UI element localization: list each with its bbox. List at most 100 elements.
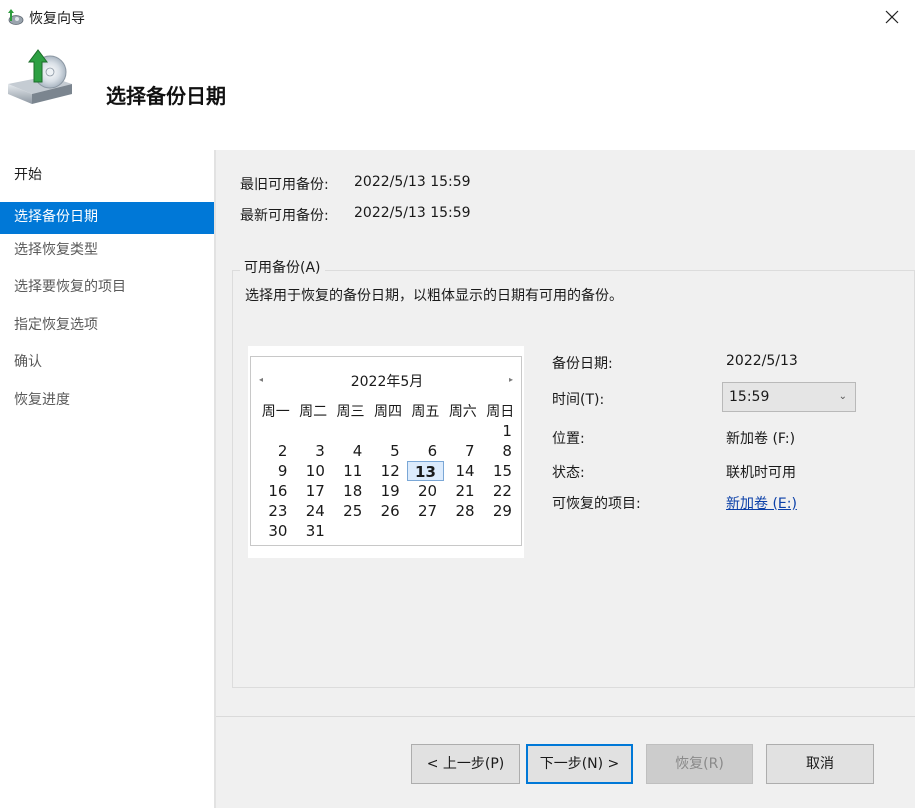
- calendar-day[interactable]: 14: [444, 461, 481, 481]
- calendar-day[interactable]: 16: [257, 481, 294, 501]
- time-dropdown[interactable]: 15:59 ⌄: [722, 382, 856, 412]
- sidebar-item-label: 恢复进度: [14, 392, 70, 408]
- available-backups-description: 选择用于恢复的备份日期，以粗体显示的日期有可用的备份。: [245, 288, 623, 304]
- calendar-month-title[interactable]: 2022年5月: [251, 371, 523, 391]
- calendar-day[interactable]: 23: [257, 501, 294, 521]
- calendar-empty-cell: [407, 421, 444, 441]
- calendar-empty-cell: [407, 521, 444, 541]
- calendar-empty-cell: [444, 421, 481, 441]
- weekday-label: 周一: [261, 404, 290, 420]
- calendar-day[interactable]: 15: [482, 461, 519, 481]
- time-label: 时间(T):: [552, 392, 605, 408]
- calendar-day[interactable]: 12: [369, 461, 406, 481]
- calendar-day[interactable]: 24: [294, 501, 331, 521]
- wizard-header: 选择备份日期: [0, 34, 915, 150]
- next-button[interactable]: 下一步(N) >: [526, 744, 633, 784]
- location-value: 新加卷 (F:): [726, 431, 796, 447]
- calendar-day-grid: 1 2 3 4 5 6 7 8 9 10 11 12 13 14 15 16 17 18 19 20 21 22 23 24 2…: [257, 421, 519, 541]
- chevron-down-icon: ⌄: [838, 391, 847, 402]
- calendar-day[interactable]: 29: [482, 501, 519, 521]
- calendar-weekday-header: 周一 周二 周三 周四 周五 周六 周日: [257, 401, 519, 421]
- calendar-week-row: 23 24 25 26 27 28 29: [257, 501, 519, 521]
- calendar-day[interactable]: 1: [482, 421, 519, 441]
- calendar-day[interactable]: 10: [294, 461, 331, 481]
- calendar-day[interactable]: 22: [482, 481, 519, 501]
- calendar-container: ◂ 2022年5月 ▸ 周一 周二 周三 周四 周五 周六 周日 1 2 3 4 5 6 7 8 9 10 11…: [248, 346, 524, 558]
- newest-backup-value: 2022/5/13 15:59: [354, 205, 471, 221]
- weekday-label: 周三: [336, 404, 365, 420]
- recoverable-items-link[interactable]: 新加卷 (E:): [726, 493, 797, 513]
- calendar-day[interactable]: 19: [369, 481, 406, 501]
- close-button[interactable]: [869, 0, 915, 34]
- time-dropdown-value: 15:59: [729, 389, 770, 405]
- location-label: 位置:: [552, 431, 585, 447]
- weekday-label: 周四: [373, 404, 402, 420]
- calendar-empty-cell: [257, 421, 294, 441]
- calendar-empty-cell: [444, 521, 481, 541]
- sidebar-item-select-recovery-type[interactable]: 选择恢复类型: [0, 235, 214, 267]
- cancel-button[interactable]: 取消: [766, 744, 874, 784]
- back-button[interactable]: < 上一步(P): [411, 744, 520, 784]
- sidebar-item-select-items[interactable]: 选择要恢复的项目: [0, 272, 214, 304]
- recover-button[interactable]: 恢复(R): [646, 744, 753, 784]
- calendar-day[interactable]: 11: [332, 461, 369, 481]
- backup-date-value: 2022/5/13: [726, 353, 798, 369]
- sidebar-item-start[interactable]: 开始: [0, 160, 214, 192]
- calendar-day[interactable]: 18: [332, 481, 369, 501]
- calendar-empty-cell: [332, 421, 369, 441]
- calendar-day[interactable]: 26: [369, 501, 406, 521]
- calendar-day[interactable]: 4: [332, 441, 369, 461]
- calendar-day[interactable]: 17: [294, 481, 331, 501]
- calendar-week-row: 30 31: [257, 521, 519, 541]
- recoverable-items-label: 可恢复的项目:: [552, 496, 641, 512]
- wizard-steps-sidebar: 开始 选择备份日期 选择恢复类型 选择要恢复的项目 指定恢复选项 确认 恢复进度: [0, 150, 214, 808]
- calendar-week-row: 2345678: [257, 441, 519, 461]
- sidebar-item-confirm[interactable]: 确认: [0, 347, 214, 379]
- calendar-day[interactable]: 30: [257, 521, 294, 541]
- status-value: 联机时可用: [726, 465, 796, 481]
- calendar-day[interactable]: 25: [332, 501, 369, 521]
- calendar-week-row: 9 10 11 12 13 14 15: [257, 461, 519, 481]
- sidebar-item-label: 选择备份日期: [14, 209, 98, 225]
- sidebar-item-label: 开始: [14, 167, 42, 183]
- sidebar-item-label: 选择恢复类型: [14, 242, 98, 258]
- sidebar-item-label: 指定恢复选项: [14, 317, 98, 333]
- sidebar-item-label: 确认: [14, 354, 42, 370]
- calendar-day[interactable]: 20: [407, 481, 444, 501]
- calendar-day[interactable]: 5: [369, 441, 406, 461]
- calendar-day[interactable]: 7: [444, 441, 481, 461]
- page-title: 选择备份日期: [106, 84, 226, 108]
- calendar-day[interactable]: 8: [482, 441, 519, 461]
- calendar-day[interactable]: 27: [407, 501, 444, 521]
- close-icon: [885, 10, 899, 24]
- title-bar: 恢复向导: [0, 0, 915, 34]
- month-calendar[interactable]: ◂ 2022年5月 ▸ 周一 周二 周三 周四 周五 周六 周日 1 2 3 4 5 6 7 8 9 10 11…: [250, 356, 522, 546]
- weekday-label: 周日: [486, 404, 515, 420]
- newest-backup-label: 最新可用备份:: [240, 208, 329, 224]
- available-backups-legend: 可用备份(A): [240, 257, 325, 277]
- calendar-day[interactable]: 31: [294, 521, 331, 541]
- calendar-day[interactable]: 28: [444, 501, 481, 521]
- oldest-backup-value: 2022/5/13 15:59: [354, 174, 471, 190]
- oldest-backup-label: 最旧可用备份:: [240, 177, 329, 193]
- backup-restore-icon: [2, 44, 78, 114]
- calendar-empty-cell: [332, 521, 369, 541]
- next-month-button[interactable]: ▸: [509, 375, 513, 384]
- sidebar-item-select-backup-date[interactable]: 选择备份日期: [0, 202, 214, 234]
- calendar-day-selected[interactable]: 13: [406, 461, 445, 481]
- calendar-day[interactable]: 21: [444, 481, 481, 501]
- sidebar-item-progress[interactable]: 恢复进度: [0, 385, 214, 417]
- calendar-day[interactable]: 9: [257, 461, 294, 481]
- weekday-label: 周六: [448, 404, 477, 420]
- calendar-empty-cell: [294, 421, 331, 441]
- calendar-week-row: 1: [257, 421, 519, 441]
- status-label: 状态:: [552, 465, 585, 481]
- calendar-day[interactable]: 2: [257, 441, 294, 461]
- calendar-empty-cell: [369, 421, 406, 441]
- sidebar-item-recovery-options[interactable]: 指定恢复选项: [0, 310, 214, 342]
- sidebar-item-label: 选择要恢复的项目: [14, 279, 126, 295]
- calendar-empty-cell: [482, 521, 519, 541]
- calendar-day[interactable]: 3: [294, 441, 331, 461]
- calendar-day[interactable]: 6: [407, 441, 444, 461]
- calendar-empty-cell: [369, 521, 406, 541]
